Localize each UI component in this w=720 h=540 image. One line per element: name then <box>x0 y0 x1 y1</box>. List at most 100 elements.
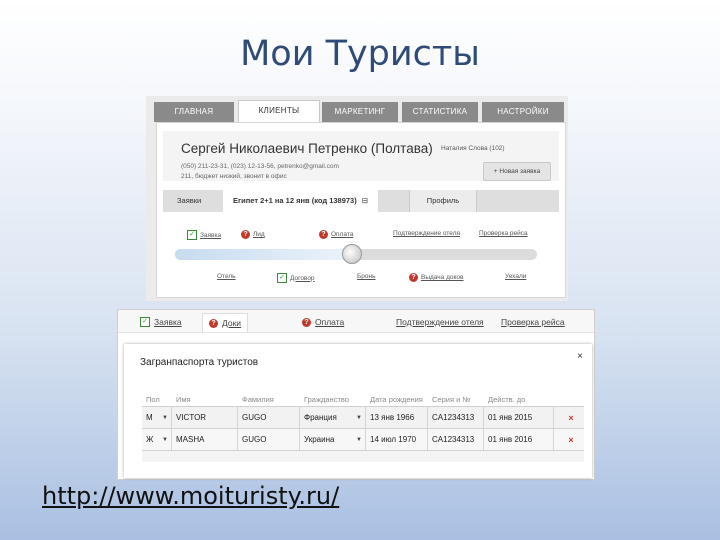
stage-booking[interactable]: Бронь <box>357 273 375 280</box>
check-icon: ✓ <box>187 230 197 240</box>
new-order-button[interactable]: + Новая заявка <box>483 162 551 181</box>
modal-title: Загранпаспорта туристов <box>140 357 259 368</box>
step-docs-label: Доки <box>222 318 242 328</box>
table-row: М ▼ VICTOR GUGO Франция ▼ 13 янв 1966 CA12… <box>142 406 584 429</box>
order-steps: ✓ Заявка ? Лид ? Оплата Подтверждение от… <box>157 230 565 244</box>
step-lead-label: Лид <box>253 231 265 238</box>
tab-profile[interactable]: Профиль <box>409 190 477 212</box>
stage-docs-issue[interactable]: ? Выдача доков <box>409 273 463 282</box>
step-payment[interactable]: ? Оплата <box>319 230 353 239</box>
valid-to-field[interactable]: 01 янв 2016 <box>484 429 554 450</box>
step-hotel-confirmation[interactable]: Подтверждение отеля <box>393 230 460 237</box>
dropdown-arrow-icon: ▼ <box>162 436 168 443</box>
stage-departed[interactable]: Уехали <box>505 273 526 280</box>
nav-tab-marketing[interactable]: МАРКЕТИНГ <box>322 102 398 122</box>
citizenship-select[interactable]: Франция ▼ <box>300 407 366 428</box>
question-icon: ? <box>319 230 328 239</box>
column-header-gender: Пол <box>146 394 160 404</box>
dropdown-arrow-icon: ▼ <box>356 414 362 421</box>
client-name[interactable]: Сергей Николаевич Петренко (Полтава) <box>181 141 433 156</box>
column-header-birth-date: Дата рождения <box>370 394 423 404</box>
client-manager: Наталия Слова (102) <box>441 145 505 152</box>
first-name-field[interactable]: VICTOR <box>172 407 238 428</box>
step-order[interactable]: ✓ Заявка <box>140 317 182 327</box>
step-flight-check-label: Проверка рейса <box>479 230 528 237</box>
question-icon: ? <box>241 230 250 239</box>
column-header-citizenship: Гражданство <box>304 394 349 404</box>
nav-tab-statistics[interactable]: СТАТИСТИКА <box>402 102 478 122</box>
first-name-field[interactable]: MASHA <box>172 429 238 450</box>
birth-date-field[interactable]: 13 янв 1966 <box>366 407 428 428</box>
gender-select[interactable]: М ▼ <box>142 407 172 428</box>
active-order-label: Египет 2+1 на 12 янв (код 138973) <box>233 196 357 205</box>
nav-tab-home[interactable]: ГЛАВНАЯ <box>154 102 234 122</box>
gender-select[interactable]: Ж ▼ <box>142 429 172 450</box>
step-order[interactable]: ✓ Заявка <box>187 230 221 240</box>
step-order-label: Заявка <box>154 317 182 327</box>
stage-contract[interactable]: ✓ Договор <box>277 273 315 283</box>
close-icon[interactable]: × <box>577 351 583 362</box>
nav-tab-settings[interactable]: НАСТРОЙКИ <box>482 102 564 122</box>
delete-icon[interactable]: × <box>554 429 584 450</box>
slide-title: Мои Туристы <box>240 34 480 74</box>
birth-date-field[interactable]: 14 июл 1970 <box>366 429 428 450</box>
passports-modal: Загранпаспорта туристов × Пол Имя Фамили… <box>124 344 592 478</box>
step-payment-label: Оплата <box>315 317 345 327</box>
column-header-passport: Серия и № <box>432 394 471 404</box>
stage-contract-label: Договор <box>290 274 315 282</box>
table-row-empty <box>142 451 584 462</box>
check-icon: ✓ <box>140 317 150 327</box>
valid-to-field[interactable]: 01 янв 2015 <box>484 407 554 428</box>
question-icon: ? <box>209 318 218 328</box>
citizenship-select[interactable]: Украина ▼ <box>300 429 366 450</box>
tab-active-order[interactable]: Египет 2+1 на 12 янв (код 138973) ⊟ <box>223 190 379 212</box>
dropdown-arrow-icon: ▼ <box>162 414 168 421</box>
step-hotel-confirmation-label: Подтверждение отеля <box>396 317 484 327</box>
website-link[interactable]: http://www.moituristy.ru/ <box>42 482 339 510</box>
order-stages: Отель ✓ Договор Бронь ? Выдача доков Уех… <box>157 273 565 285</box>
clients-screenshot: ГЛАВНАЯ КЛИЕНТЫ МАРКЕТИНГ СТАТИСТИКА НАС… <box>146 96 568 301</box>
delete-icon[interactable]: × <box>554 407 584 428</box>
client-subtabs: Заявки Египет 2+1 на 12 янв (код 138973)… <box>163 190 559 212</box>
client-contacts: (050) 211-23-31, (023) 12-13-56, petrenk… <box>181 163 339 170</box>
step-flight-check[interactable]: Проверка рейса <box>479 230 528 237</box>
column-header-first-name: Имя <box>176 394 191 404</box>
stage-docs-issue-label: Выдача доков <box>421 274 464 281</box>
progress-handle[interactable] <box>342 244 362 264</box>
table-header: Пол Имя Фамилия Гражданство Дата рождени… <box>142 392 584 406</box>
step-hotel-confirmation-label: Подтверждение отеля <box>393 230 461 237</box>
tab-orders[interactable]: Заявки <box>177 190 201 212</box>
last-name-field[interactable]: GUGO <box>238 407 300 428</box>
passports-table: Пол Имя Фамилия Гражданство Дата рождени… <box>142 392 584 462</box>
step-flight-check[interactable]: Проверка рейса <box>501 317 565 327</box>
column-header-valid-to: Действ. до <box>488 394 526 404</box>
order-progress-fill <box>175 249 346 260</box>
stage-hotel-label: Отель <box>217 273 236 280</box>
client-info: Сергей Николаевич Петренко (Полтава) Нат… <box>163 131 559 181</box>
passports-screenshot: ✓ Заявка ? Доки ? Оплата Подтверждение о… <box>117 309 595 480</box>
collapse-icon[interactable]: ⊟ <box>362 196 368 205</box>
step-docs[interactable]: ? Доки <box>202 313 249 332</box>
step-payment[interactable]: ? Оплата <box>302 317 344 327</box>
stage-booking-label: Бронь <box>357 273 376 280</box>
step-hotel-confirmation[interactable]: Подтверждение отеля <box>396 317 484 327</box>
passport-number-field[interactable]: CA1234313 <box>428 407 484 428</box>
dropdown-arrow-icon: ▼ <box>356 436 362 443</box>
question-icon: ? <box>302 317 311 327</box>
stage-departed-label: Уехали <box>505 273 527 280</box>
last-name-field[interactable]: GUGO <box>238 429 300 450</box>
order-steps-bar: ✓ Заявка ? Доки ? Оплата Подтверждение о… <box>118 310 594 333</box>
passport-number-field[interactable]: CA1234313 <box>428 429 484 450</box>
stage-hotel[interactable]: Отель <box>217 273 236 280</box>
gender-value: М <box>146 413 153 422</box>
column-header-last-name: Фамилия <box>242 394 274 404</box>
citizenship-value: Франция <box>304 413 337 422</box>
step-order-label: Заявка <box>200 231 222 239</box>
gender-value: Ж <box>146 435 154 444</box>
client-note: 211, бюджет низкий, звонит в офис <box>181 173 287 180</box>
client-card: Сергей Николаевич Петренко (Полтава) Нат… <box>156 122 566 298</box>
step-lead[interactable]: ? Лид <box>241 230 265 239</box>
step-payment-label: Оплата <box>331 231 354 238</box>
question-icon: ? <box>409 273 418 282</box>
step-flight-check-label: Проверка рейса <box>501 317 565 327</box>
